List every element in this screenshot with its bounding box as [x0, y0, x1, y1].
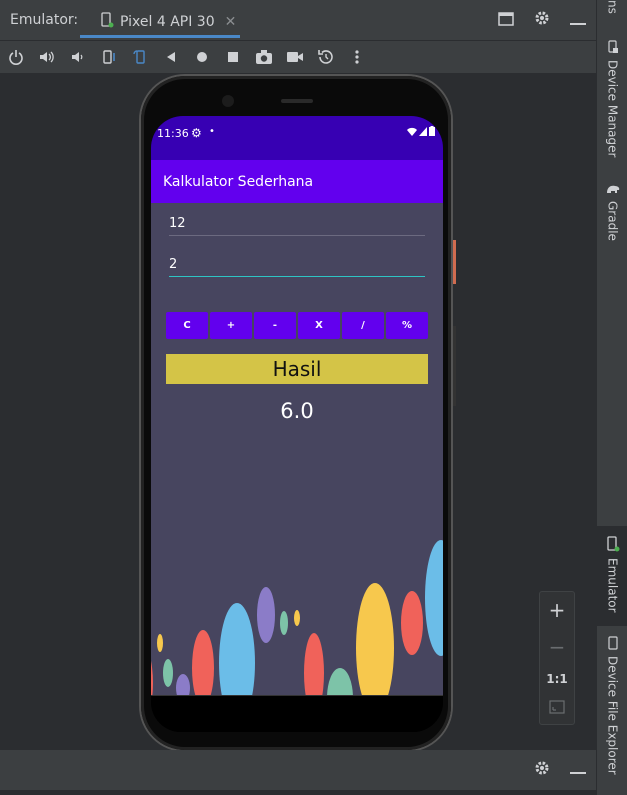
tool-window-title: Emulator: — [10, 12, 79, 28]
tab-pixel-4-api-30[interactable]: Pixel 4 API 30 ✕ — [80, 6, 240, 38]
overview-icon[interactable] — [217, 41, 248, 73]
side-label-gradle: Gradle — [605, 201, 620, 241]
earpiece-speaker — [281, 99, 313, 103]
back-icon[interactable] — [155, 41, 186, 73]
side-label-emulator: Emulator — [605, 558, 620, 613]
app-content: 12 2 C + - X / % Hasil 6.0 — [151, 203, 443, 695]
status-gear-icon: ⚙ — [191, 126, 202, 140]
input-underline-focused — [169, 276, 425, 277]
input-angka-2-value: 2 — [169, 257, 178, 272]
screenshot-icon[interactable] — [248, 41, 279, 73]
rotate-right-icon[interactable] — [124, 41, 155, 73]
window-layout-icon[interactable] — [498, 11, 514, 30]
front-camera — [222, 95, 234, 107]
battery-icon — [429, 126, 435, 136]
status-bar: 11:36 ⚙ • — [151, 116, 443, 160]
tab-active-indicator — [80, 35, 240, 38]
input-angka-2[interactable]: 2 — [169, 257, 425, 277]
phone-device-icon — [100, 12, 114, 32]
tab-close-icon[interactable]: ✕ — [225, 14, 237, 30]
hasil-label: Hasil — [166, 354, 428, 384]
input-angka-1-value: 12 — [169, 216, 186, 231]
side-label-cut: ns — [605, 0, 620, 14]
zoom-controls: + − 1:1 — [539, 591, 575, 725]
device-screen[interactable]: 11:36 ⚙ • Kalkulator Sederhana 12 2 C + … — [151, 116, 443, 732]
volume-down-icon[interactable] — [62, 41, 93, 73]
clear-button[interactable]: C — [166, 312, 208, 339]
app-bar: Kalkulator Sederhana — [151, 160, 443, 203]
divide-button[interactable]: / — [342, 312, 384, 339]
side-label-device-file-explorer: Device File Explorer — [605, 656, 620, 775]
wifi-icon — [407, 127, 417, 136]
minimize-icon[interactable] — [570, 760, 586, 780]
rotate-left-icon[interactable] — [93, 41, 124, 73]
minimize-icon[interactable] — [570, 11, 586, 30]
modulo-button[interactable]: % — [386, 312, 428, 339]
multiply-button[interactable]: X — [298, 312, 340, 339]
volume-side-button[interactable] — [453, 326, 456, 406]
power-icon[interactable] — [0, 41, 31, 73]
side-item-device-manager[interactable]: Device Manager — [597, 40, 627, 157]
input-angka-1[interactable]: 12 — [169, 216, 425, 236]
status-dot-icon: • — [209, 126, 215, 137]
result-value: 6.0 — [280, 399, 314, 423]
zoom-out-button[interactable]: − — [549, 635, 566, 659]
more-icon[interactable] — [341, 41, 372, 73]
snapshot-icon[interactable] — [310, 41, 341, 73]
add-button[interactable]: + — [210, 312, 252, 339]
status-time: 11:36 — [157, 127, 189, 140]
input-underline — [169, 235, 425, 236]
settings-gear-icon[interactable] — [534, 10, 550, 30]
device-file-explorer-icon — [607, 636, 618, 650]
subtract-button[interactable]: - — [254, 312, 296, 339]
right-tool-strip: ns Device Manager Gradle Emulator Device… — [596, 0, 627, 795]
settings-gear-icon[interactable] — [534, 760, 550, 780]
side-label-device-manager: Device Manager — [605, 60, 620, 158]
screen-record-icon[interactable] — [279, 41, 310, 73]
fit-screen-icon[interactable] — [549, 699, 565, 718]
status-system-icons — [407, 126, 435, 136]
home-icon[interactable] — [186, 41, 217, 73]
side-item-emulator[interactable]: Emulator — [597, 526, 627, 626]
tool-window-header: Emulator: Pixel 4 API 30 ✕ — [0, 0, 596, 41]
device-frame: 11:36 ⚙ • Kalkulator Sederhana 12 2 C + … — [141, 76, 456, 750]
power-side-button[interactable] — [453, 240, 456, 284]
emulator-icon — [606, 536, 619, 552]
device-manager-icon — [607, 40, 618, 53]
bottom-toolbar — [0, 750, 596, 790]
nav-bar — [151, 695, 443, 732]
volume-up-icon[interactable] — [31, 41, 62, 73]
zoom-in-button[interactable]: + — [549, 598, 566, 622]
app-title: Kalkulator Sederhana — [163, 174, 314, 190]
side-item-device-file-explorer[interactable]: Device File Explorer — [597, 636, 627, 775]
side-item-gradle[interactable]: Gradle — [597, 183, 627, 241]
emulator-toolbar — [0, 41, 596, 73]
operator-buttons: C + - X / % — [166, 312, 428, 339]
signal-icon — [419, 126, 427, 136]
actual-size-button[interactable]: 1:1 — [546, 672, 568, 686]
side-item-cut[interactable]: ns — [597, 0, 627, 14]
tab-label: Pixel 4 API 30 — [120, 14, 215, 30]
gradle-elephant-icon — [606, 185, 619, 193]
